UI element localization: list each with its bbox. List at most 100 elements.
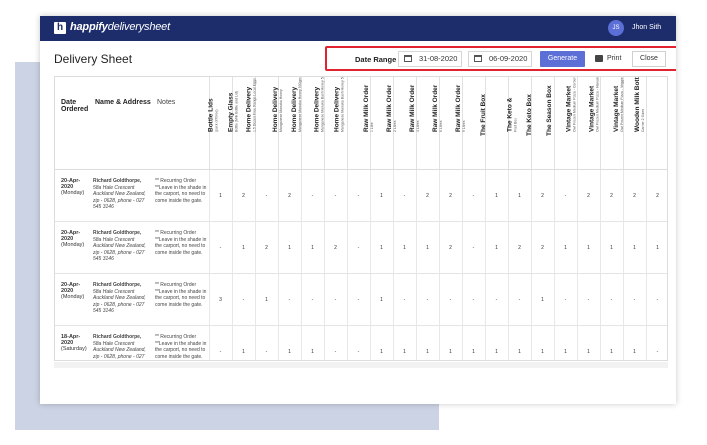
product-detail: 1.5 Dozen Free Range Local Eggs (252, 78, 257, 132)
quantity-cell: 1 (416, 221, 440, 274)
horizontal-scrollbar[interactable] (54, 362, 668, 368)
order-day: (Monday) (61, 294, 85, 300)
quantity-cell: - (255, 325, 279, 360)
product-detail: (pack of three) (214, 109, 219, 132)
quantity-cell: - (393, 169, 417, 222)
quantity-cell: - (646, 325, 667, 360)
notes-cell: ** Recurring Order **Leave in the shade … (151, 169, 210, 222)
product-name: Raw Milk Order (454, 84, 462, 132)
product-detail: Bottle (Milk Bottle and Lid) (234, 91, 239, 132)
quantity-cell: 2 (623, 169, 647, 222)
quantity-cell: - (347, 221, 371, 274)
brand-name-thin: deliverysheet (107, 21, 170, 33)
quantity-cell: 1 (531, 273, 555, 326)
quantity-cell: 2 (439, 221, 463, 274)
product-header-label: Home Delivery 1.5 Dozen Free Range Local … (245, 78, 256, 132)
product-header-label: Wooden Milk Bottle Carrier 2 Sizes (633, 76, 644, 132)
product-header-label: Raw Milk Order 6 Litres (432, 85, 443, 132)
name-address-cell: Richard Goldthorpe, 58a Hale Crescent Auc… (89, 221, 151, 274)
product-detail: 6 Litres (438, 120, 443, 132)
quantity-cell: 1 (485, 169, 509, 222)
product-name: Home Delivery (333, 86, 341, 132)
table-row[interactable]: 20-Apr-2020 (Monday) Richard Goldthorpe, 58… (55, 169, 667, 222)
product-header-label: Home Delivery Manganese Manuka Honey (271, 87, 282, 132)
quantity-cell: 1 (600, 221, 624, 274)
quantity-cell: 1 (577, 221, 601, 274)
table-header-row: Date Ordered Name & Address Notes Bottle… (55, 76, 667, 170)
user-name[interactable]: Jhon Sith (632, 24, 661, 31)
quantity-cell: - (301, 169, 325, 222)
product-name: Raw Milk Order (408, 84, 416, 132)
quantity-cell: - (232, 273, 256, 326)
quantity-cell: 1 (416, 325, 440, 360)
user-avatar[interactable]: JS (608, 20, 624, 36)
product-name: Vintage Market (588, 85, 596, 132)
product-header-label: Home Delivery Manganese Manuka Honey 500g… (291, 78, 302, 132)
table-row[interactable]: 20-Apr-2020 (Monday) Richard Goldthorpe, 58… (55, 221, 667, 274)
order-date: 20-Apr-2020 (61, 230, 81, 242)
quantity-cell: - (393, 273, 417, 326)
quantity-cell: 1 (232, 221, 256, 274)
product-detail: Owl Frozen Medium Pizza - Hawaiian (595, 76, 600, 132)
quantity-cell: - (347, 169, 371, 222)
brand-name-bold: happify (70, 21, 108, 33)
brand-logo-icon: h (54, 22, 66, 34)
product-name: The Keto & (505, 97, 513, 132)
quantity-cell: 1 (301, 221, 325, 274)
product-name: Home Delivery (312, 86, 320, 132)
quantity-cell: - (577, 273, 601, 326)
quantity-cell: 1 (232, 325, 256, 360)
quantity-cell: 1 (278, 221, 302, 274)
quantity-cell: - (324, 169, 348, 222)
product-header-label: Vintage Market Owl Frozen Medium Pizza - … (613, 77, 624, 132)
order-day: (Saturday) (61, 346, 87, 352)
quantity-cell: 1 (554, 325, 578, 360)
quantity-cell: 2 (531, 221, 555, 274)
quantity-cell: - (278, 273, 302, 326)
product-name: The Keto Box (525, 94, 533, 136)
product-name: Raw Milk Order (362, 84, 370, 132)
quantity-cell: 2 (255, 221, 279, 274)
product-detail: Owl Frozen Medium Pizza - Cerberus (572, 76, 577, 132)
quantity-cell: 1 (554, 221, 578, 274)
quantity-cell: 1 (577, 325, 601, 360)
product-detail: 9 Litres (461, 120, 466, 132)
product-detail: Owl Frozen Medium Pizza - Veggie (619, 77, 624, 132)
quantity-cell: 2 (577, 169, 601, 222)
product-detail: Manganese Manuka Bush Honey 5g (319, 76, 324, 132)
order-day: (Monday) (61, 242, 85, 248)
quantity-cell: - (600, 273, 624, 326)
date-ordered-cell: 18-Apr-2020 (Saturday) (55, 325, 89, 360)
header-notes: Notes (151, 77, 210, 170)
product-header-label: Raw Milk Order 4 Litres (409, 85, 420, 132)
quantity-cell: - (623, 273, 647, 326)
product-header-wrapper: The Fruit Box (480, 77, 508, 147)
toolbar-highlight-frame (325, 46, 676, 71)
quantity-cell: 2 (232, 169, 256, 222)
quantity-cell: 1 (623, 325, 647, 360)
quantity-cell: 1 (462, 325, 486, 360)
customer-address: 58a Hale Crescent Auckland New Zealand, … (93, 184, 146, 211)
product-name: The Season Box (545, 85, 553, 136)
quantity-cell: - (347, 325, 371, 360)
quantity-cell: - (255, 169, 279, 222)
product-header-label: Home Delivery Manganese Manuka Bush Honey… (312, 76, 324, 132)
product-header-label: The Fruit Box (480, 94, 487, 136)
product-name: Home Delivery (290, 86, 298, 132)
quantity-cell: 1 (600, 325, 624, 360)
brand-name: happifydeliverysheet (70, 21, 170, 33)
quantity-cell: - (508, 273, 532, 326)
table-row[interactable]: 20-Apr-2020 (Monday) Richard Goldthorpe, 58… (55, 273, 667, 326)
product-name: Wooden Milk Bottle (633, 76, 641, 132)
header-name-address: Name & Address (89, 77, 151, 170)
table-row[interactable]: 18-Apr-2020 (Saturday) Richard Goldthorpe,… (55, 325, 667, 360)
product-header-label: The Keto Box (526, 94, 533, 136)
quantity-cell: 1 (508, 325, 532, 360)
quantity-cell: - (209, 221, 233, 274)
product-name: Raw Milk Order (385, 84, 393, 132)
delivery-table-container[interactable]: Date Ordered Name & Address Notes Bottle… (54, 76, 668, 361)
product-detail: Manganese Manuka Honey (278, 89, 283, 132)
order-date: 20-Apr-2020 (61, 282, 81, 294)
quantity-cell: - (462, 221, 486, 274)
quantity-cell: 1 (508, 169, 532, 222)
